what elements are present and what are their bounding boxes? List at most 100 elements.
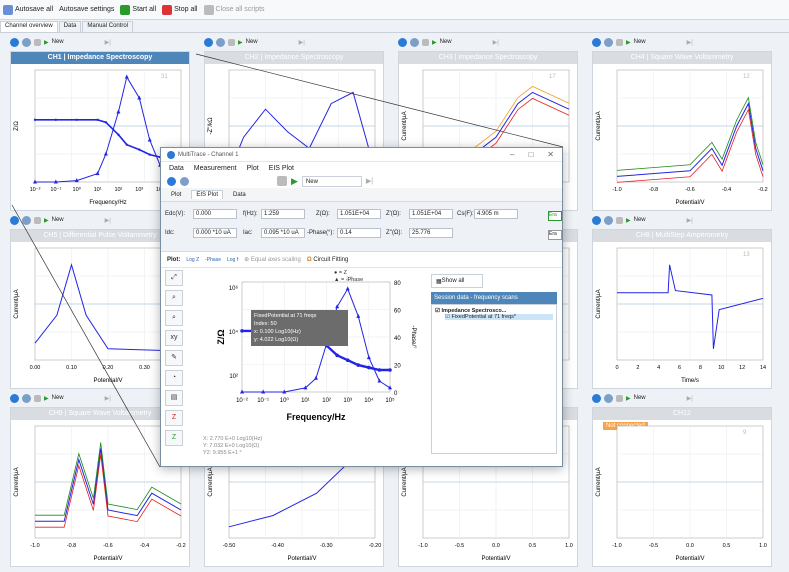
tab-manual-control[interactable]: Manual Control — [82, 21, 134, 32]
tooltip-line: x: 0.100 Log10(Hz) — [254, 329, 301, 335]
skip-icon[interactable]: ▶| — [299, 39, 305, 46]
data-icon[interactable] — [22, 37, 31, 47]
channel-panel[interactable]: CH4 | Square Wave Voltammetry 12 Current/µ… — [592, 51, 772, 211]
connect-icon[interactable] — [398, 37, 407, 47]
method-select[interactable]: New — [52, 395, 102, 401]
close-all-scripts-button[interactable]: Close all scripts — [203, 4, 265, 15]
method-select[interactable]: New — [634, 395, 684, 401]
skip-icon[interactable]: ▶| — [105, 395, 111, 402]
stop-icon[interactable] — [422, 38, 429, 46]
connect-icon[interactable] — [10, 37, 19, 47]
play-icon[interactable]: ▶ — [626, 395, 631, 402]
stop-icon[interactable] — [616, 38, 623, 46]
menu-data[interactable]: Data — [169, 165, 184, 172]
zoom-in-icon[interactable]: ⌕ — [165, 290, 183, 306]
stop-icon[interactable] — [616, 394, 623, 402]
data-icon[interactable] — [180, 176, 189, 186]
data-icon[interactable] — [604, 393, 613, 403]
skip-icon[interactable]: ▶| — [687, 217, 693, 224]
skip-icon[interactable]: ▶| — [687, 39, 693, 46]
stop-icon[interactable] — [34, 394, 41, 402]
method-select[interactable]: New — [634, 217, 684, 223]
y-axis-label: Current/µA — [596, 289, 602, 318]
maximize-icon[interactable]: □ — [528, 150, 533, 159]
skip-icon[interactable]: ▶| — [687, 395, 693, 402]
tick-label: -0.40 — [271, 543, 284, 549]
x-axis-label: Potential/V — [675, 200, 704, 206]
play-icon[interactable]: ▶ — [44, 217, 49, 224]
channel-panel[interactable]: CH8 | MultiStep Amperometry 13 Current/µA T… — [592, 229, 772, 389]
stop-icon[interactable] — [277, 176, 287, 186]
tab-channel-overview[interactable]: Channel overview — [0, 21, 58, 32]
data-icon[interactable] — [22, 393, 31, 403]
zoom-xy-icon[interactable]: xy — [165, 330, 183, 346]
erase-button[interactable]: Era — [548, 211, 562, 221]
channel-panel[interactable]: CH12Not connected9Current/µAPotential/V-… — [592, 407, 772, 567]
data-icon[interactable] — [604, 37, 613, 47]
cs-value: 4.905 m — [474, 209, 518, 219]
connect-icon[interactable] — [592, 393, 601, 403]
tab-plot[interactable]: Plot — [167, 191, 185, 199]
play-icon[interactable]: ▶ — [291, 176, 298, 187]
play-icon[interactable]: ▶ — [626, 217, 631, 224]
log-f-option[interactable]: Log f — [227, 257, 238, 263]
stop-icon[interactable] — [34, 216, 41, 224]
method-select[interactable]: New — [52, 217, 102, 223]
minimize-icon[interactable]: – — [510, 150, 514, 159]
skip-icon[interactable]: ▶| — [105, 39, 111, 46]
log-z-option[interactable]: Log Z — [186, 257, 199, 263]
zoom-out-icon[interactable]: ⌕ — [165, 310, 183, 326]
phase-option[interactable]: -Phase — [205, 257, 221, 263]
connect-icon[interactable] — [592, 215, 601, 225]
tab-eis-plot[interactable]: EIS Plot — [191, 190, 224, 199]
connect-icon[interactable] — [592, 37, 601, 47]
data-icon[interactable] — [410, 37, 419, 47]
method-select[interactable]: New — [301, 175, 362, 187]
circuit-fitting-button[interactable]: Ω Circuit Fitting — [307, 257, 349, 263]
method-select[interactable]: New — [52, 39, 102, 45]
edit-icon[interactable]: ✎ — [165, 350, 183, 366]
menu-eis-plot[interactable]: EIS Plot — [269, 165, 294, 172]
autosave-all-button[interactable]: Autosave all — [3, 4, 53, 15]
z-red-icon[interactable]: Z — [165, 410, 183, 426]
connect-icon[interactable] — [10, 393, 19, 403]
connect-icon[interactable] — [204, 37, 213, 47]
play-icon[interactable]: ▶ — [432, 39, 437, 46]
data-icon[interactable] — [216, 37, 225, 47]
menu-measurement[interactable]: Measurement — [194, 165, 237, 172]
copy-icon[interactable]: ▤ — [165, 390, 183, 406]
stop-all-button[interactable]: Stop all — [162, 4, 198, 15]
tab-data[interactable]: Data — [58, 21, 82, 32]
skip-icon[interactable]: ▶| — [366, 177, 373, 185]
start-all-button[interactable]: Start all — [120, 4, 156, 15]
equal-axes-button[interactable]: ⊕ Equal axes scaling — [244, 256, 301, 263]
cursor-icon[interactable]: ◔ — [165, 370, 183, 386]
method-select[interactable]: New — [440, 39, 490, 45]
stop-icon[interactable] — [228, 38, 235, 46]
data-icon[interactable] — [22, 215, 31, 225]
connect-icon[interactable] — [167, 176, 176, 186]
method-select[interactable]: New — [246, 39, 296, 45]
tree-item[interactable]: ☑ FixedPotential at 71 freqs* — [445, 314, 553, 320]
z-green-icon[interactable]: Z — [165, 430, 183, 446]
connect-icon[interactable] — [10, 215, 19, 225]
tab-dialog-data[interactable]: Data — [229, 191, 250, 199]
play-icon[interactable]: ▶ — [626, 39, 631, 46]
stop-icon[interactable] — [34, 38, 41, 46]
play-icon[interactable]: ▶ — [44, 395, 49, 402]
play-icon[interactable]: ▶ — [44, 39, 49, 46]
skip-icon[interactable]: ▶| — [493, 39, 499, 46]
autosave-settings-button[interactable]: Autosave settings — [59, 6, 114, 13]
skip-icon[interactable]: ▶| — [105, 217, 111, 224]
channel-toolbar: ▶New▶| — [0, 33, 190, 51]
method-select[interactable]: New — [634, 39, 684, 45]
stop-icon[interactable] — [616, 216, 623, 224]
menu-plot[interactable]: Plot — [247, 165, 259, 172]
show-all-button[interactable]: ▦ Show all — [431, 274, 483, 288]
x-axis-label: Time/s — [681, 378, 699, 384]
erase-button-2[interactable]: Era — [548, 230, 562, 240]
zoom-fit-icon[interactable]: ⤢ — [165, 270, 183, 286]
close-icon[interactable]: ✕ — [547, 150, 554, 159]
play-icon[interactable]: ▶ — [238, 39, 243, 46]
data-icon[interactable] — [604, 215, 613, 225]
